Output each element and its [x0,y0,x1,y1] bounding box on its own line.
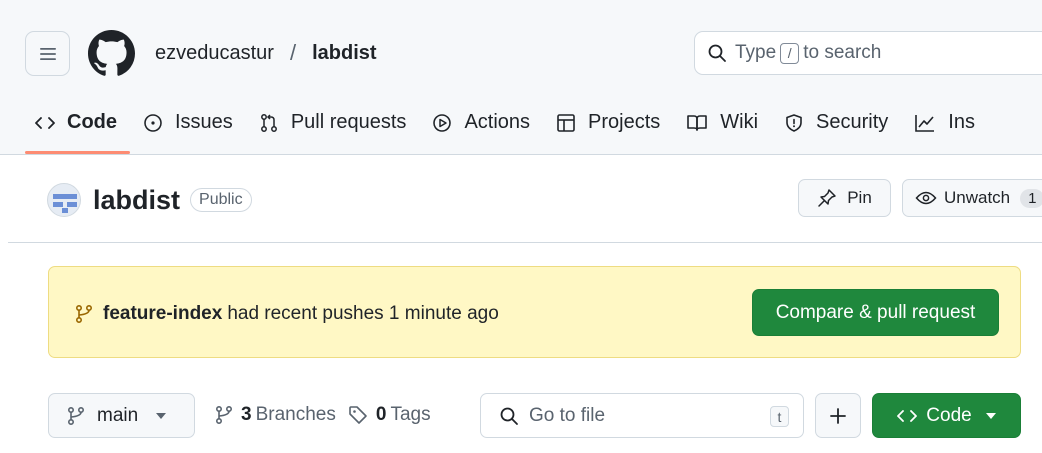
tab-security[interactable]: Security [771,100,901,145]
tags-label: Tags [390,404,431,425]
tags-link[interactable]: 0 Tags [348,404,431,426]
code-button-label: Code [926,404,972,426]
breadcrumb-separator: / [289,40,297,65]
recent-push-message: feature-index had recent pushes 1 minute… [75,303,499,325]
branches-tags-links: 3 Branches 0 Tags [215,404,431,426]
issue-icon [144,113,162,132]
recent-push-banner: feature-index had recent pushes 1 minute… [48,266,1021,358]
branches-link[interactable]: 3 Branches [215,404,336,426]
play-icon [433,113,452,132]
tab-wiki[interactable]: Wiki [673,100,771,145]
branch-selector-label: main [97,404,139,426]
add-file-button[interactable] [815,393,861,438]
tag-icon [349,406,367,424]
go-to-file-placeholder: Go to file [529,404,606,426]
book-icon [687,114,708,131]
tab-actions-label: Actions [464,111,531,133]
tags-count: 0 [375,404,387,425]
go-to-file-shortcut-key: t [770,406,789,427]
tab-insights-label: Ins [948,111,975,133]
breadcrumb-repo-link[interactable]: labdist [312,42,376,65]
shield-icon [786,113,802,132]
eye-icon [915,191,937,205]
code-dropdown-button[interactable]: Code [872,393,1021,438]
pin-icon [818,189,836,207]
pull-request-icon [260,113,277,132]
recent-push-text: had recent pushes 1 minute ago [227,303,499,324]
branch-selector[interactable]: main [48,393,195,438]
tab-projects[interactable]: Projects [543,100,673,145]
github-logo-icon[interactable] [88,30,135,77]
pin-button[interactable]: Pin [798,179,891,217]
repo-avatar-identicon [53,194,77,213]
code-icon [35,116,55,129]
repo-name[interactable]: labdist [93,185,180,216]
tab-code-label: Code [67,111,117,133]
unwatch-button-label: Unwatch [944,188,1011,207]
menu-button[interactable] [25,31,70,76]
tab-projects-label: Projects [588,111,661,133]
hamburger-icon [39,47,56,60]
table-icon [557,113,575,132]
search-shortcut-key: / [780,42,800,64]
caret-down-icon [156,412,167,419]
branch-icon [75,304,93,324]
branch-icon [215,405,233,425]
search-icon [500,407,518,425]
pin-button-label: Pin [847,188,872,207]
global-header: ezveducastur / labdist Type / to search … [0,0,1042,155]
tab-pull-requests[interactable]: Pull requests [246,100,420,145]
search-suffix: to search [803,42,882,63]
unwatch-button[interactable]: Unwatch 1 [902,179,1042,217]
branches-label: Branches [255,404,336,425]
breadcrumb-owner-link[interactable]: ezveducastur [155,42,274,65]
search-input[interactable]: Type / to search [694,31,1042,75]
branch-icon [67,406,85,425]
tab-pull-requests-label: Pull requests [290,111,407,133]
repo-nav-tabs: Code Issues Pull requests Actions Projec… [0,100,1042,155]
repo-title: labdist Public [47,183,252,217]
search-icon [708,44,726,62]
tab-security-label: Security [816,111,889,133]
visibility-badge: Public [190,188,252,212]
tab-issues[interactable]: Issues [130,100,246,145]
tab-wiki-label: Wiki [720,111,759,133]
header-divider [8,242,1042,243]
search-prefix: Type [735,42,777,63]
repo-avatar [47,183,81,217]
caret-down-icon [985,412,996,419]
recent-push-branch[interactable]: feature-index [103,303,222,325]
plus-icon [830,407,846,424]
compare-pull-request-button[interactable]: Compare & pull request [752,289,999,336]
go-to-file-input[interactable]: Go to file t [480,393,804,438]
graph-icon [915,114,935,132]
tab-code[interactable]: Code [0,100,130,154]
tab-actions[interactable]: Actions [419,100,543,145]
branches-count: 3 [241,404,252,425]
tab-insights[interactable]: Ins [901,100,988,145]
code-icon [897,409,918,422]
tab-issues-label: Issues [175,111,233,133]
watch-count: 1 [1020,188,1042,208]
active-tab-underline [25,151,130,154]
breadcrumb: ezveducastur / labdist [155,40,377,66]
